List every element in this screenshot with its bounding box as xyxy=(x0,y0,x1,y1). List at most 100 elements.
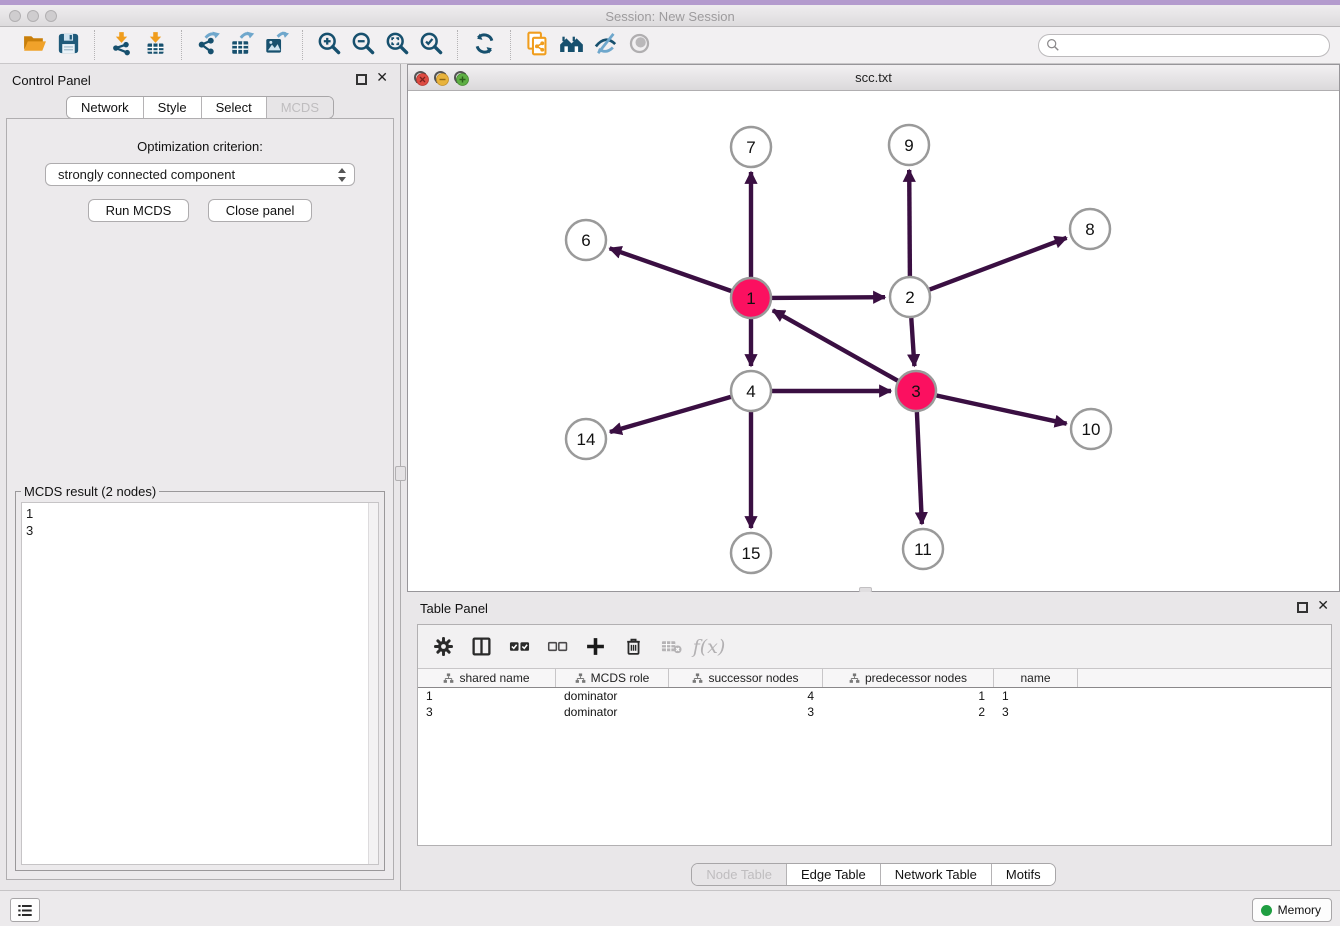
graph-edge-3-10[interactable] xyxy=(937,396,1067,424)
table-panel: Table Panel ✕ f(x) shared nameMCDS roles… xyxy=(407,592,1340,890)
table-cell[interactable]: 1 xyxy=(418,688,556,704)
column-header-MCDS-role[interactable]: MCDS role xyxy=(556,669,669,687)
export-network-icon xyxy=(196,31,221,59)
tree-icon xyxy=(849,673,860,684)
table-cell[interactable]: 3 xyxy=(994,704,1078,720)
control-panel: Control Panel ✕ NetworkStyleSelectMCDS O… xyxy=(0,64,400,886)
control-panel-float-button[interactable] xyxy=(356,74,367,85)
table-toolbar: f(x) xyxy=(418,625,1331,669)
mcds-result-text[interactable]: 13 xyxy=(21,502,379,865)
table-cell[interactable]: 1 xyxy=(994,688,1078,704)
save-session-button[interactable] xyxy=(51,30,85,60)
refresh-network-button[interactable] xyxy=(467,30,501,60)
function-builder-fx-button[interactable]: f(x) xyxy=(694,632,724,662)
tab-mcds[interactable]: MCDS xyxy=(266,97,333,118)
graph-node-label-15: 15 xyxy=(742,544,761,563)
network-view-window: scc.txt 1234678910111415 xyxy=(407,64,1340,592)
table-panel-close-button[interactable]: ✕ xyxy=(1317,598,1329,614)
graph-node-label-1: 1 xyxy=(746,289,755,308)
optimization-criterion-label: Optimization criterion: xyxy=(7,139,393,154)
table-cell[interactable]: 3 xyxy=(418,704,556,720)
zoom-out-icon xyxy=(351,31,376,59)
zoom-in-button[interactable] xyxy=(312,30,346,60)
zoom-in-icon xyxy=(317,31,342,59)
select-stepper-icon xyxy=(338,168,347,182)
import-network-button[interactable] xyxy=(104,30,138,60)
table-cell[interactable]: 4 xyxy=(669,688,823,704)
column-header-label: MCDS role xyxy=(591,671,650,685)
deselect-all-columns-button[interactable] xyxy=(542,632,572,662)
network-window-titlebar: scc.txt xyxy=(408,65,1339,91)
column-header-predecessor-nodes[interactable]: predecessor nodes xyxy=(823,669,994,687)
status-bar: Memory xyxy=(0,890,1340,926)
table-cell[interactable]: dominator xyxy=(556,688,669,704)
control-panel-close-button[interactable]: ✕ xyxy=(376,70,388,86)
delete-column-button[interactable] xyxy=(618,632,648,662)
run-mcds-button[interactable]: Run MCDS xyxy=(88,199,190,222)
tree-icon xyxy=(443,673,454,684)
table-cell[interactable]: 1 xyxy=(823,688,994,704)
first-neighbors-homes-button[interactable] xyxy=(554,30,588,60)
graph-edge-1-6[interactable] xyxy=(610,248,732,291)
mcds-result-title: MCDS result (2 nodes) xyxy=(21,484,159,499)
copy-network-button[interactable] xyxy=(520,30,554,60)
table-settings-gear-button[interactable] xyxy=(428,632,458,662)
table-cell[interactable]: 3 xyxy=(669,704,823,720)
open-session-icon xyxy=(22,31,47,59)
table-panel-tabs: Node TableEdge TableNetwork TableMotifs xyxy=(691,863,1055,886)
select-all-columns-button[interactable] xyxy=(504,632,534,662)
graph-edge-4-14[interactable] xyxy=(610,397,731,432)
column-header-name[interactable]: name xyxy=(994,669,1078,687)
graph-edge-1-2[interactable] xyxy=(772,297,885,298)
graph-edge-3-11[interactable] xyxy=(917,412,922,524)
column-header-label: name xyxy=(1020,671,1050,685)
table-panel-float-button[interactable] xyxy=(1297,602,1308,613)
optimization-criterion-select[interactable]: strongly connected component xyxy=(45,163,355,186)
import-table-button[interactable] xyxy=(138,30,172,60)
zoom-selected-button[interactable] xyxy=(414,30,448,60)
table-tab-edge-table[interactable]: Edge Table xyxy=(786,864,880,885)
table-row[interactable]: 3dominator323 xyxy=(418,704,1331,720)
vertical-divider-handle[interactable] xyxy=(395,466,406,481)
column-header-shared-name[interactable]: shared name xyxy=(418,669,556,687)
open-session-button[interactable] xyxy=(17,30,51,60)
memory-button[interactable]: Memory xyxy=(1252,898,1332,922)
task-history-button[interactable] xyxy=(10,898,40,922)
deselect-all-columns-icon xyxy=(547,636,568,657)
search-input[interactable] xyxy=(1038,34,1330,57)
table-tab-motifs[interactable]: Motifs xyxy=(991,864,1055,885)
table-tab-node-table[interactable]: Node Table xyxy=(692,864,786,885)
table-tab-network-table[interactable]: Network Table xyxy=(880,864,991,885)
show-all-button[interactable] xyxy=(622,30,656,60)
export-image-button[interactable] xyxy=(259,30,293,60)
zoom-out-button[interactable] xyxy=(346,30,380,60)
column-header-successor-nodes[interactable]: successor nodes xyxy=(669,669,823,687)
export-table-button[interactable] xyxy=(225,30,259,60)
tab-style[interactable]: Style xyxy=(143,97,201,118)
mcds-result-line: 3 xyxy=(26,522,374,539)
mcds-result-scrollbar[interactable] xyxy=(368,503,378,864)
graph-edge-3-1[interactable] xyxy=(773,310,898,380)
table-row[interactable]: 1dominator411 xyxy=(418,688,1331,704)
network-canvas[interactable]: 1234678910111415 xyxy=(408,91,1339,591)
graph-edge-2-3[interactable] xyxy=(911,318,914,366)
zoom-fit-button[interactable] xyxy=(380,30,414,60)
tab-select[interactable]: Select xyxy=(201,97,266,118)
close-panel-button[interactable]: Close panel xyxy=(208,199,313,222)
hide-selected-button[interactable] xyxy=(588,30,622,60)
table-cell[interactable]: dominator xyxy=(556,704,669,720)
graph-edge-2-9[interactable] xyxy=(909,170,910,276)
node-table-container: f(x) shared name MCDS role successor nodes… xyxy=(417,624,1332,846)
export-image-icon xyxy=(264,31,289,59)
function-builder-fx-icon: f(x) xyxy=(693,636,726,658)
tab-network[interactable]: Network xyxy=(67,97,143,118)
delete-table-button[interactable] xyxy=(656,632,686,662)
add-column-button[interactable] xyxy=(580,632,610,662)
table-cell[interactable]: 2 xyxy=(823,704,994,720)
show-columns-button[interactable] xyxy=(466,632,496,662)
graph-edge-2-8[interactable] xyxy=(930,238,1067,290)
tree-icon xyxy=(692,673,703,684)
graph-node-label-3: 3 xyxy=(911,382,920,401)
export-network-button[interactable] xyxy=(191,30,225,60)
table-settings-gear-icon xyxy=(433,636,454,657)
